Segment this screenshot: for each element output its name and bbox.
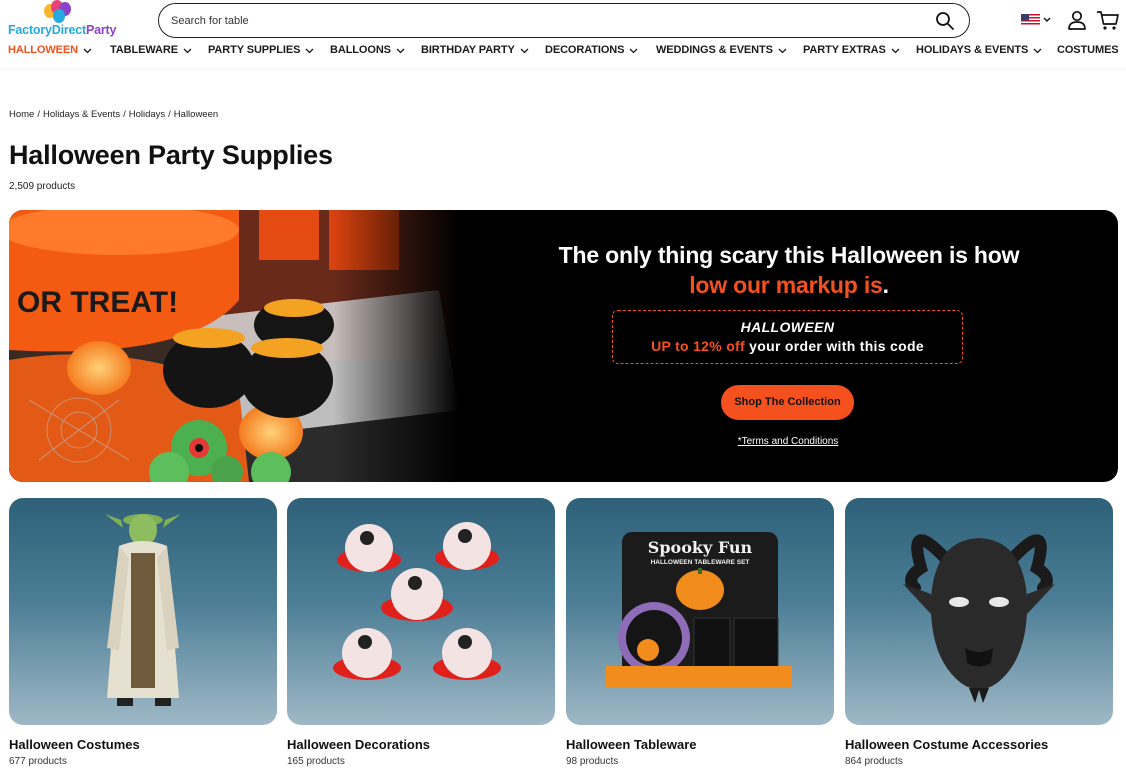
- nav-item-decorations[interactable]: DECORATIONS: [545, 44, 638, 56]
- category-card-costumes[interactable]: Halloween Costumes 677 products: [9, 498, 277, 767]
- logo-text: FactoryDirectParty: [8, 23, 117, 37]
- category-image[interactable]: [845, 498, 1113, 725]
- page-title: Halloween Party Supplies: [9, 140, 333, 170]
- category-card-decorations[interactable]: Halloween Decorations 165 products: [287, 498, 555, 767]
- nav-item-party-extras[interactable]: PARTY EXTRAS: [803, 44, 900, 56]
- cart-icon[interactable]: [1096, 9, 1120, 31]
- chevron-down-icon: [629, 48, 638, 53]
- category-count: 165 products: [287, 756, 345, 767]
- promo-code-box: HALLOWEEN UP to 12% off your order with …: [612, 310, 963, 364]
- chevron-down-icon: [83, 48, 92, 53]
- category-count: 98 products: [566, 756, 619, 767]
- nav-item-tableware[interactable]: TABLEWARE: [110, 44, 192, 56]
- category-title[interactable]: Halloween Costumes: [9, 737, 277, 752]
- nav-item-costumes[interactable]: COSTUMES: [1057, 44, 1119, 56]
- banner-headline-highlight: low our markup is: [689, 272, 883, 298]
- chevron-down-icon: [1033, 48, 1042, 53]
- nav-item-holidays-events[interactable]: HOLIDAYS & EVENTS: [916, 44, 1042, 56]
- eyeball-decorations-image: [333, 522, 501, 680]
- promo-code: HALLOWEEN: [740, 319, 835, 335]
- nav-item-birthday-party[interactable]: BIRTHDAY PARTY: [421, 44, 529, 56]
- main-nav: HALLOWEEN TABLEWARE PARTY SUPPLIES BALLO…: [0, 44, 1126, 62]
- category-count: 864 products: [845, 756, 903, 767]
- promo-banner: OR TREAT! The only thing scary this Hall…: [9, 210, 1118, 482]
- chevron-down-icon: [520, 48, 529, 53]
- breadcrumb-current: Halloween: [173, 109, 219, 120]
- chevron-down-icon: [396, 48, 405, 53]
- demon-mask-image: [903, 534, 1055, 703]
- category-count: 677 products: [9, 756, 67, 767]
- chevron-down-icon: [778, 48, 787, 53]
- breadcrumb: Home / Holidays & Events / Holidays / Hallowee…: [9, 109, 219, 120]
- halloween-party-photo: OR TREAT!: [9, 210, 459, 482]
- breadcrumb-home[interactable]: Home: [9, 109, 34, 120]
- category-image[interactable]: [287, 498, 555, 725]
- site-logo[interactable]: FactoryDirectParty: [8, 0, 132, 40]
- us-flag-icon[interactable]: [1021, 13, 1053, 27]
- nav-item-halloween[interactable]: HALLOWEEN: [8, 44, 92, 56]
- box-subtitle-text: HALLOWEEN TABLEWARE SET: [651, 559, 750, 566]
- shop-the-collection-button[interactable]: Shop The Collection: [721, 385, 854, 420]
- category-image[interactable]: Spooky Fun HALLOWEEN TABLEWARE SET: [566, 498, 834, 725]
- site-header: FactoryDirectParty HALLOWEEN TABLEWARE P…: [0, 0, 1126, 68]
- product-count: 2,509 products: [9, 181, 76, 192]
- yoda-costume-image: [105, 514, 181, 706]
- search-icon[interactable]: [935, 11, 955, 31]
- chevron-down-icon: [183, 48, 192, 53]
- chevron-down-icon: [305, 48, 314, 53]
- category-title[interactable]: Halloween Tableware: [566, 737, 834, 752]
- category-image[interactable]: [9, 498, 277, 725]
- user-icon[interactable]: [1066, 9, 1088, 31]
- nav-item-weddings-events[interactable]: WEDDINGS & EVENTS: [656, 44, 787, 56]
- nav-item-party-supplies[interactable]: PARTY SUPPLIES: [208, 44, 314, 56]
- category-card-costume-accessories[interactable]: Halloween Costume Accessories 864 produc…: [845, 498, 1113, 767]
- banner-headline: The only thing scary this Halloween is h…: [558, 242, 1020, 298]
- category-title[interactable]: Halloween Decorations: [287, 737, 555, 752]
- category-title[interactable]: Halloween Costume Accessories: [845, 737, 1113, 752]
- breadcrumb-holidays[interactable]: Holidays: [129, 109, 165, 120]
- tableware-set-image: Spooky Fun HALLOWEEN TABLEWARE SET: [606, 532, 792, 688]
- box-title-text: Spooky Fun: [648, 538, 753, 557]
- breadcrumb-holidays-events[interactable]: Holidays & Events: [43, 109, 120, 120]
- promo-code-description: UP to 12% off your order with this code: [651, 338, 924, 354]
- terms-and-conditions-link[interactable]: *Terms and Conditions: [731, 436, 845, 447]
- chevron-down-icon: [891, 48, 900, 53]
- search-input[interactable]: [171, 11, 911, 31]
- search-bar: [158, 3, 970, 38]
- nav-item-balloons[interactable]: BALLOONS: [330, 44, 405, 56]
- category-card-tableware[interactable]: Spooky Fun HALLOWEEN TABLEWARE SET Hallo…: [566, 498, 834, 767]
